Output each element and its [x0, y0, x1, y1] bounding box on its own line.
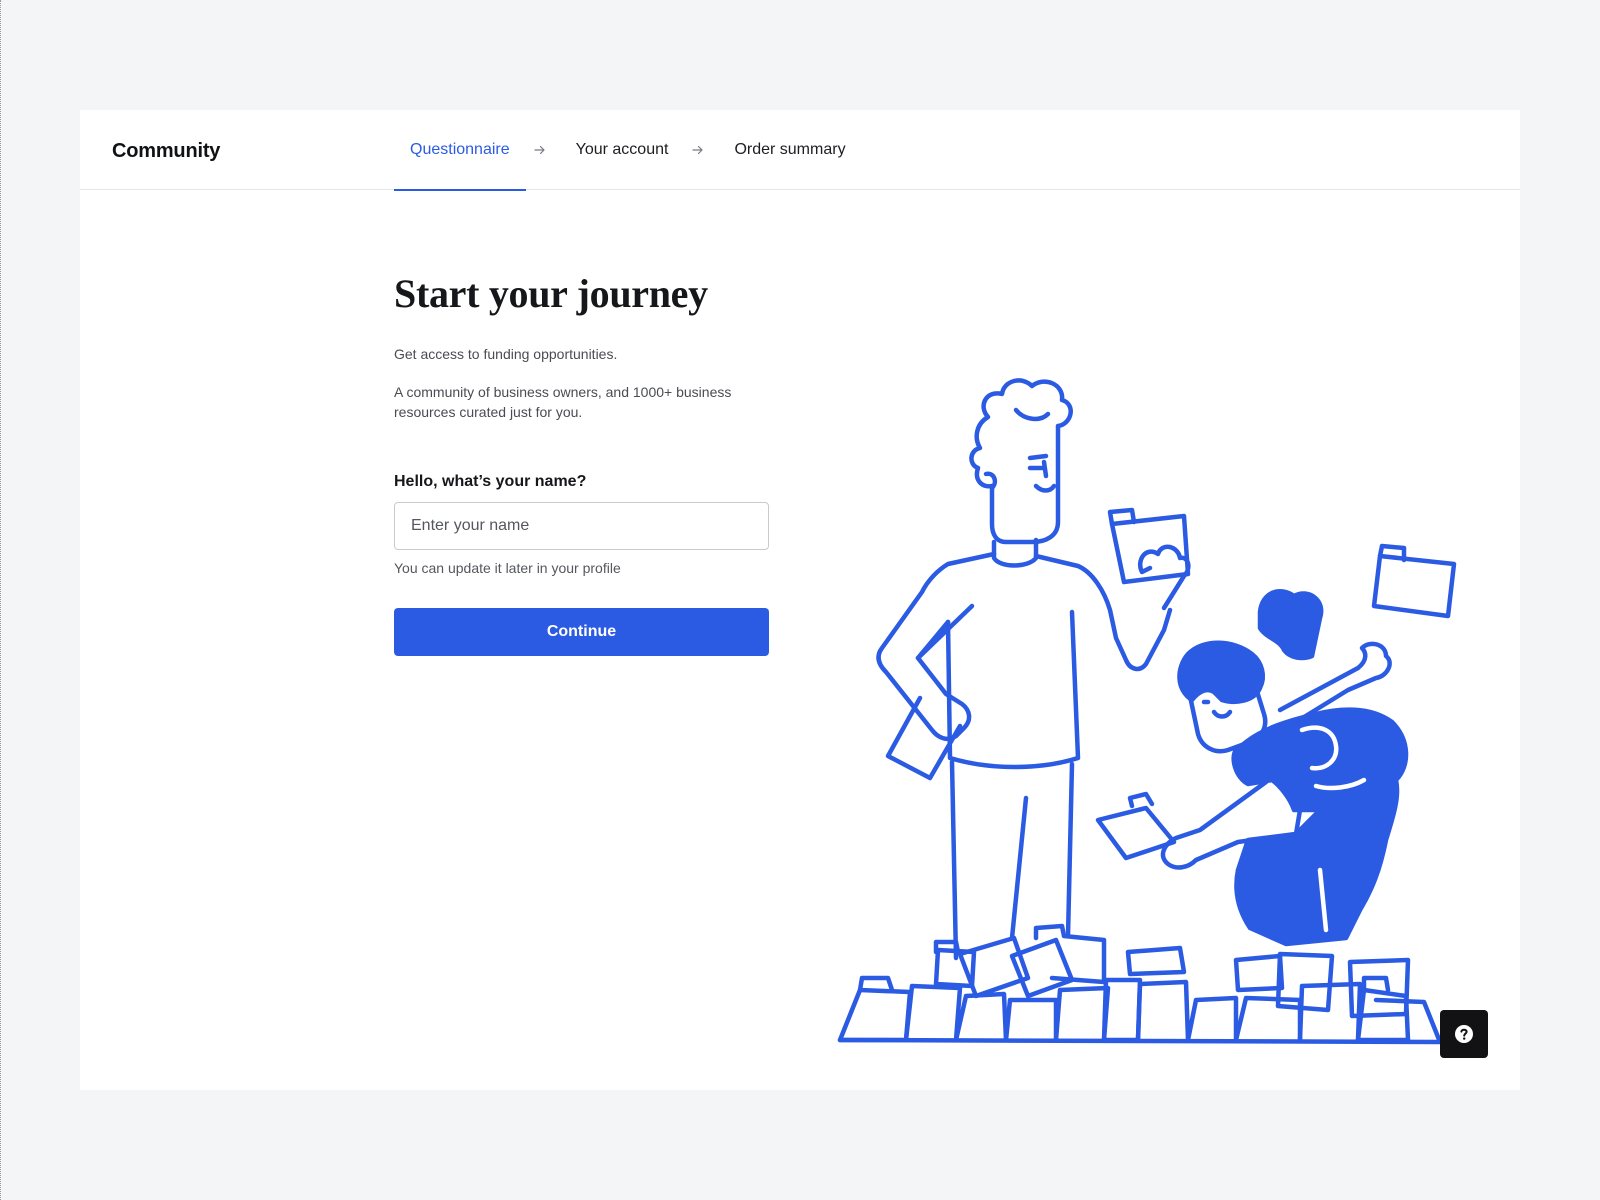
brand-logo[interactable]: Community: [112, 140, 220, 163]
onboarding-card: Community Questionnaire Your account Ord…: [80, 110, 1520, 1090]
arrow-right-icon: [526, 110, 560, 190]
help-button[interactable]: [1440, 1010, 1488, 1058]
step-order-summary[interactable]: Order summary: [718, 110, 861, 190]
page-subtitle: Get access to funding opportunities.: [394, 346, 618, 362]
step-label: Questionnaire: [410, 141, 510, 158]
name-input[interactable]: [394, 502, 769, 550]
questionnaire-form: Start your journey Get access to funding…: [394, 270, 770, 656]
page-title: Start your journey: [394, 271, 708, 316]
continue-button[interactable]: Continue: [394, 608, 769, 656]
arrow-right-icon: [684, 110, 718, 190]
top-header: Community Questionnaire Your account Ord…: [80, 110, 1520, 191]
step-questionnaire[interactable]: Questionnaire: [394, 110, 526, 191]
question-mark-icon: [1455, 1025, 1473, 1043]
step-label: Order summary: [734, 141, 846, 158]
step-label: Your account: [575, 141, 669, 158]
page-description: A community of business owners, and 1000…: [394, 384, 732, 420]
name-field-hint: You can update it later in your profile: [394, 560, 621, 576]
people-sorting-folders-illustration: [837, 378, 1457, 1045]
step-your-account[interactable]: Your account: [560, 110, 685, 190]
left-edge-guide: [0, 0, 2, 1200]
progress-stepper: Questionnaire Your account Order summary: [394, 110, 862, 191]
name-field-label: Hello, what’s your name?: [394, 473, 587, 490]
